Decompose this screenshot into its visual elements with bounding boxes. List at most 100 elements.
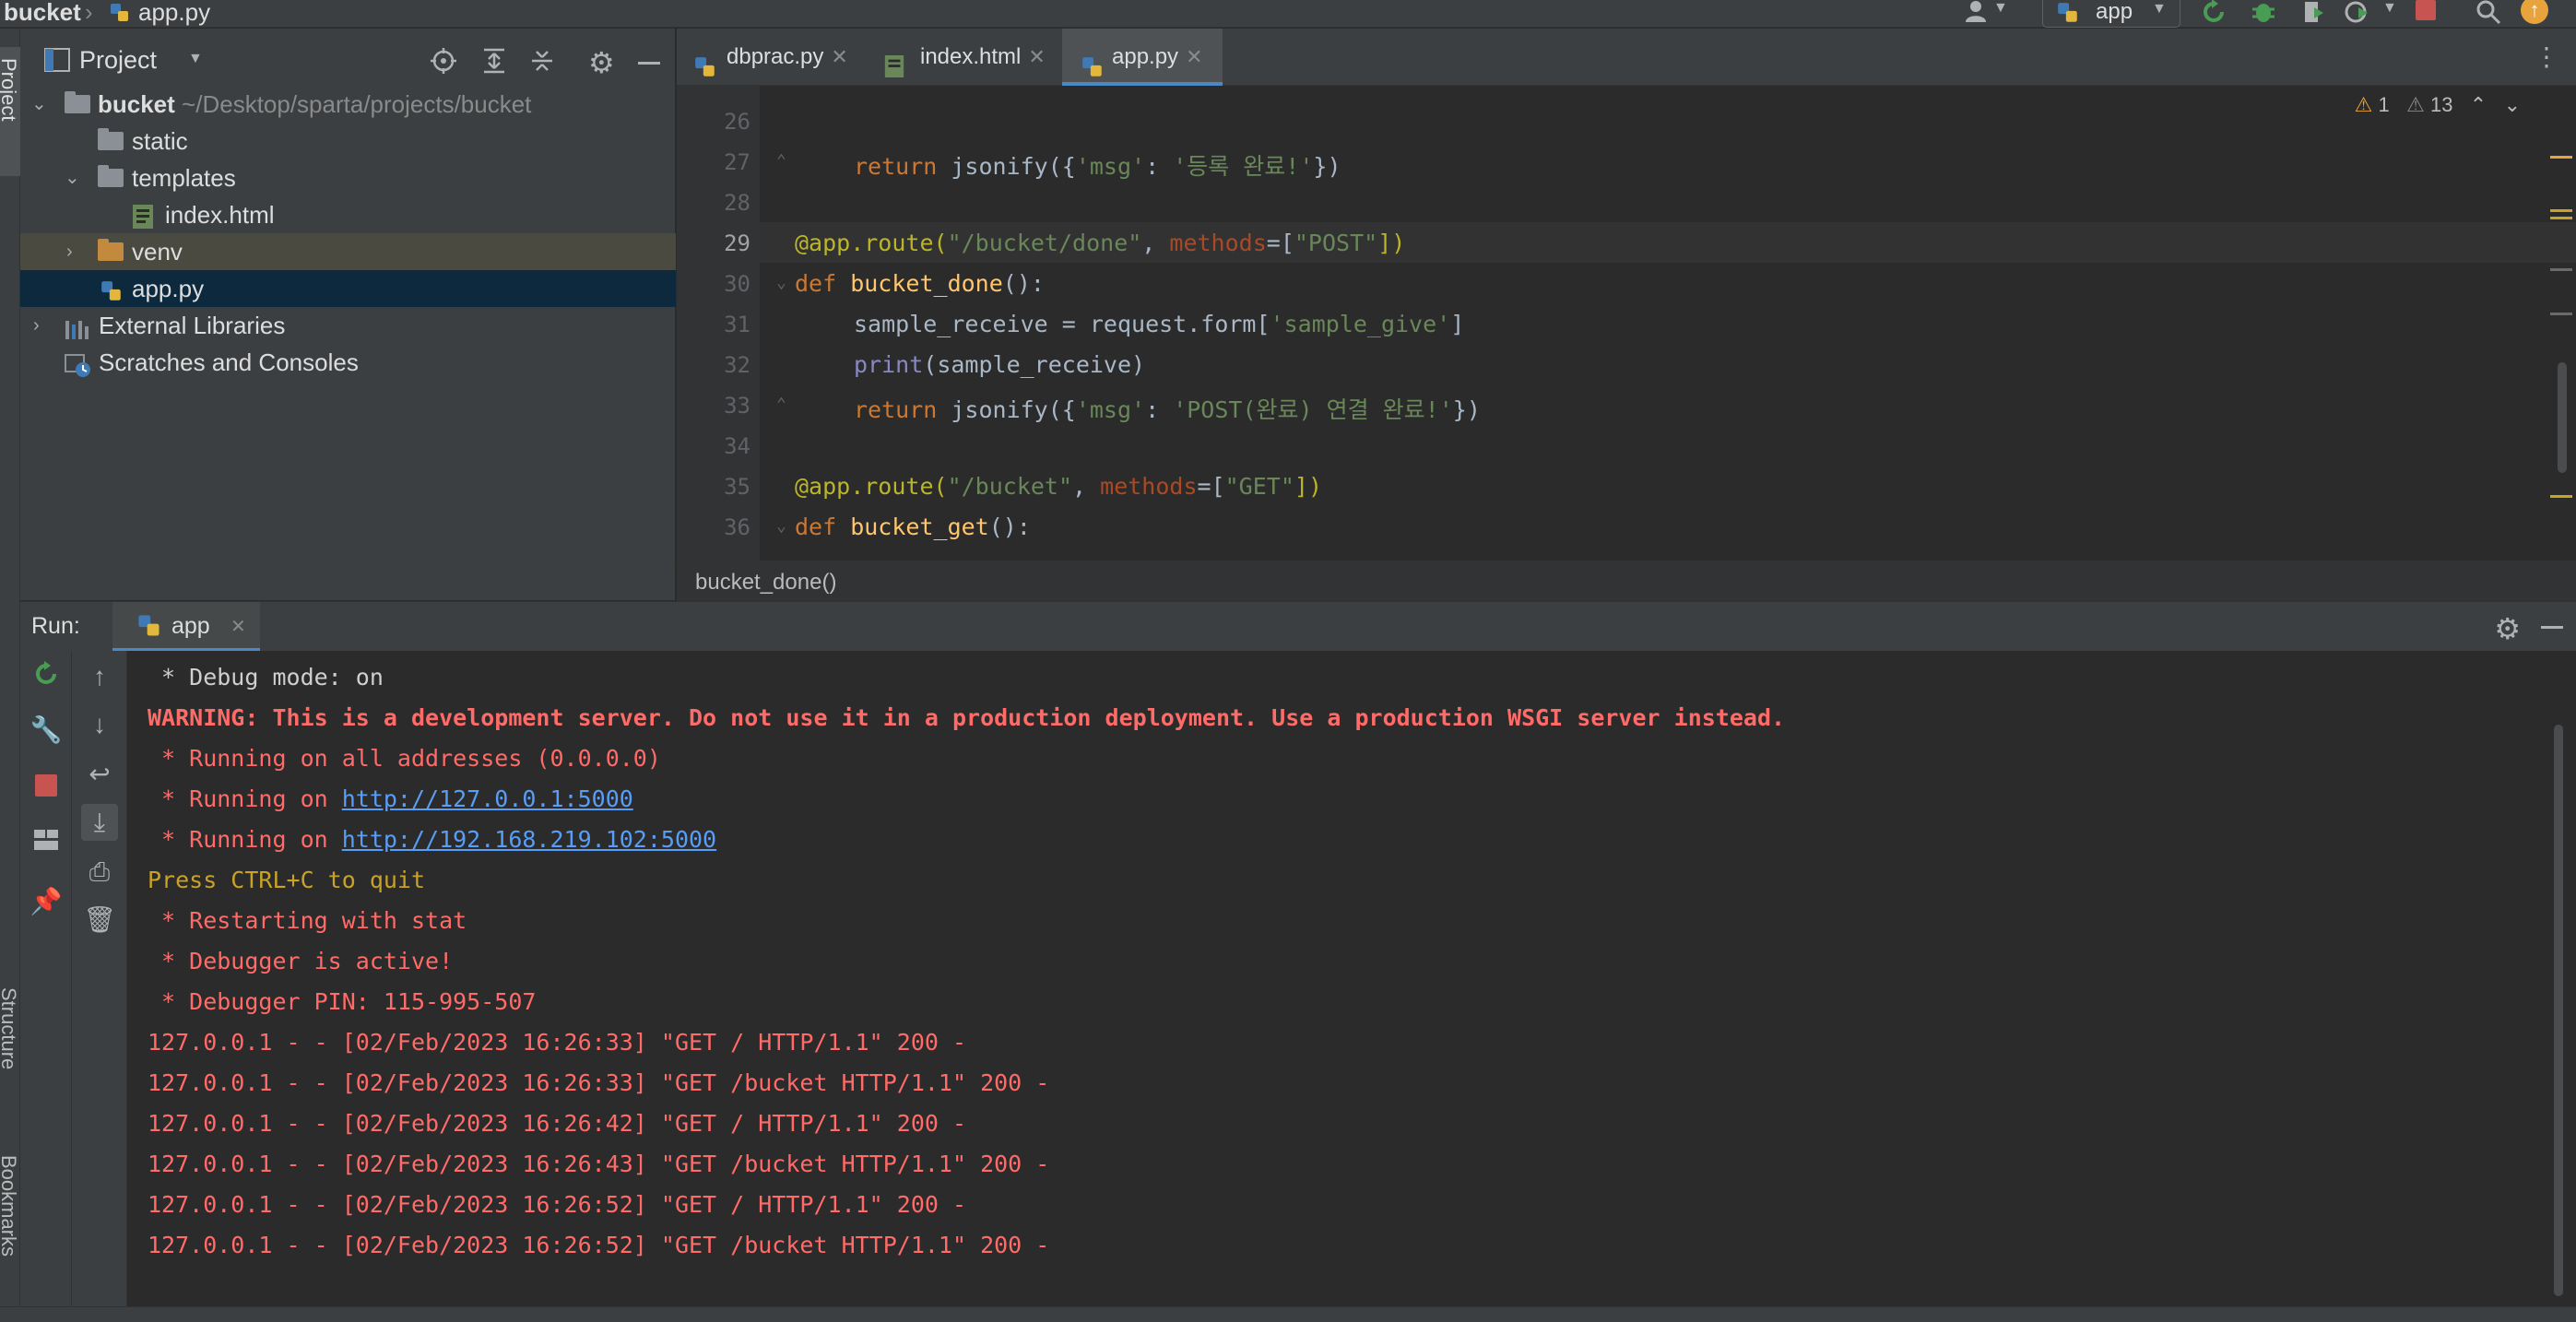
more-icon[interactable]: ⋮ bbox=[2534, 41, 2559, 72]
line-number: 31 bbox=[724, 312, 750, 337]
tree-item-index-html[interactable]: index.html bbox=[20, 196, 676, 233]
chevron-down-icon[interactable]: ⌄ bbox=[65, 159, 80, 196]
tab-app-py[interactable]: app.py ✕ bbox=[1062, 29, 1223, 86]
soft-wrap-icon[interactable]: ↩ bbox=[81, 756, 118, 793]
code-editor[interactable]: 26 27 28 29 30 31 32 33 34 35 36 ⌃ ⌄ ⌃ ⌄… bbox=[677, 86, 2576, 561]
weak-warning-icon: ⚠ bbox=[2406, 93, 2425, 116]
run-configuration-select[interactable]: app ▼ bbox=[2042, 0, 2180, 28]
fold-marker-icon[interactable]: ⌄ bbox=[776, 516, 786, 536]
inspections-widget[interactable]: ⚠ 1 ⚠ 13 ⌃ ⌄ bbox=[2355, 93, 2521, 117]
chevron-down-icon[interactable]: ⌄ bbox=[31, 86, 47, 123]
update-icon[interactable]: ↑ bbox=[2521, 0, 2548, 24]
breadcrumb-separator: › bbox=[85, 0, 93, 26]
chevron-right-icon[interactable]: › bbox=[33, 307, 40, 344]
minimize-icon[interactable] bbox=[2541, 626, 2563, 629]
project-panel-title[interactable]: Project bbox=[79, 46, 157, 75]
rerun-icon[interactable] bbox=[28, 660, 65, 697]
code-line-36: def bucket_get(): bbox=[795, 513, 1031, 540]
tree-item-external-libraries[interactable]: › External Libraries bbox=[20, 307, 676, 344]
up-arrow-icon[interactable]: ↑ bbox=[81, 658, 118, 695]
console-link[interactable]: http://127.0.0.1:5000 bbox=[342, 785, 633, 812]
run-tab-app[interactable]: app ✕ bbox=[112, 602, 260, 652]
code-line-31: sample_receive = request.form['sample_gi… bbox=[854, 311, 1465, 337]
down-arrow-icon[interactable]: ↓ bbox=[81, 706, 118, 743]
console-line: * Running on http://192.168.219.102:5000 bbox=[148, 826, 717, 853]
scroll-to-end-icon[interactable]: ⤓ bbox=[81, 804, 118, 841]
error-stripe-marker[interactable] bbox=[2550, 268, 2572, 271]
weak-warning-count: 13 bbox=[2429, 93, 2453, 116]
tree-item-venv[interactable]: › venv bbox=[20, 233, 676, 270]
chevron-down-icon: ▼ bbox=[2152, 1, 2167, 17]
console-line: * Running on http://127.0.0.1:5000 bbox=[148, 785, 633, 812]
line-number: 29 bbox=[724, 230, 750, 256]
print-icon[interactable]: ⎙ bbox=[81, 854, 118, 891]
crosshair-icon[interactable] bbox=[430, 47, 457, 79]
chevron-down-icon: ▼ bbox=[1993, 0, 2008, 16]
close-icon[interactable]: ✕ bbox=[1186, 45, 1202, 68]
structure-tool-window-button[interactable]: Structure bbox=[0, 987, 20, 1069]
stop-icon[interactable] bbox=[35, 774, 57, 797]
error-stripe-marker[interactable] bbox=[2550, 156, 2572, 159]
error-stripe-marker[interactable] bbox=[2550, 209, 2572, 212]
tree-item-bucket[interactable]: ⌄ bucket ~/Desktop/sparta/projects/bucke… bbox=[20, 86, 676, 123]
search-icon[interactable] bbox=[2475, 0, 2502, 30]
chevron-down-icon[interactable]: ▼ bbox=[188, 51, 203, 67]
error-stripe-marker[interactable] bbox=[2550, 495, 2572, 498]
bookmarks-tool-window-button[interactable]: Bookmarks bbox=[0, 1155, 20, 1257]
close-icon[interactable]: ✕ bbox=[831, 45, 847, 68]
tree-item-scratches[interactable]: Scratches and Consoles bbox=[20, 344, 676, 381]
collapse-all-icon[interactable] bbox=[529, 47, 555, 79]
python-file-icon bbox=[136, 613, 162, 645]
error-stripe-marker[interactable] bbox=[2550, 217, 2572, 219]
debug-icon[interactable] bbox=[2250, 0, 2277, 30]
tree-item-app-py[interactable]: app.py bbox=[20, 270, 676, 307]
breadcrumb-project[interactable]: bucket bbox=[4, 0, 81, 24]
wrench-icon[interactable]: 🔧 bbox=[28, 712, 65, 749]
run-console[interactable]: * Debug mode: on WARNING: This is a deve… bbox=[127, 651, 2545, 1306]
project-panel-header: Project ▼ ⚙ bbox=[20, 29, 676, 93]
code-line-30: def bucket_done(): bbox=[795, 270, 1045, 297]
chevron-down-icon[interactable]: ⌄ bbox=[2504, 93, 2521, 116]
bottom-tool-window-bar bbox=[0, 1306, 2576, 1322]
left-tool-window-stripe: Project Structure Bookmarks bbox=[0, 29, 20, 1306]
fold-marker-icon[interactable]: ⌃ bbox=[776, 151, 786, 171]
profile-icon[interactable] bbox=[2344, 0, 2371, 30]
gear-icon[interactable]: ⚙ bbox=[588, 45, 615, 80]
editor-scrollbar[interactable] bbox=[2558, 362, 2567, 473]
layout-icon[interactable] bbox=[28, 824, 65, 861]
error-stripe-marker[interactable] bbox=[2550, 313, 2572, 315]
tab-dbprac-py[interactable]: dbprac.py ✕ bbox=[693, 29, 887, 86]
line-number: 34 bbox=[724, 433, 750, 459]
tab-index-html[interactable]: index.html ✕ bbox=[883, 29, 1086, 86]
close-icon[interactable]: ✕ bbox=[1028, 45, 1045, 68]
console-request-line: 127.0.0.1 - - [02/Feb/2023 16:26:33] "GE… bbox=[148, 1029, 967, 1056]
gear-icon[interactable]: ⚙ bbox=[2494, 611, 2521, 646]
folder-icon bbox=[98, 128, 124, 150]
line-number: 36 bbox=[724, 514, 750, 540]
trash-icon[interactable]: 🗑 bbox=[81, 902, 118, 938]
chevron-right-icon[interactable]: › bbox=[66, 233, 73, 270]
console-request-line: 127.0.0.1 - - [02/Feb/2023 16:26:33] "GE… bbox=[148, 1069, 1050, 1096]
tree-item-static[interactable]: static bbox=[20, 123, 676, 159]
minimize-icon[interactable] bbox=[638, 62, 660, 65]
chevron-up-icon[interactable]: ⌃ bbox=[2470, 93, 2487, 116]
close-icon[interactable]: ✕ bbox=[230, 615, 246, 638]
fold-marker-icon[interactable]: ⌃ bbox=[776, 395, 786, 414]
console-line: * Debugger is active! bbox=[148, 948, 454, 974]
coverage-icon[interactable] bbox=[2299, 0, 2327, 30]
console-request-line: 127.0.0.1 - - [02/Feb/2023 16:26:52] "GE… bbox=[148, 1191, 967, 1218]
tree-item-templates[interactable]: ⌄ templates bbox=[20, 159, 676, 196]
console-scrollbar[interactable] bbox=[2554, 725, 2563, 1296]
pin-icon[interactable]: 📌 bbox=[28, 883, 65, 920]
stop-icon[interactable] bbox=[2416, 0, 2436, 20]
editor-breadcrumb[interactable]: bucket_done() bbox=[677, 561, 2576, 601]
console-link[interactable]: http://192.168.219.102:5000 bbox=[342, 826, 716, 853]
code-line-33: return jsonify({'msg': 'POST(완료) 연결 완료!'… bbox=[854, 396, 1481, 423]
fold-marker-icon[interactable]: ⌄ bbox=[776, 273, 786, 292]
chevron-down-icon: ▼ bbox=[2382, 0, 2397, 16]
expand-all-icon[interactable] bbox=[481, 47, 507, 79]
project-tool-window-button[interactable]: Project bbox=[0, 47, 20, 176]
breadcrumb-file[interactable]: app.py bbox=[138, 0, 210, 24]
rerun-icon[interactable] bbox=[2200, 0, 2227, 30]
user-icon[interactable] bbox=[1962, 0, 1990, 26]
